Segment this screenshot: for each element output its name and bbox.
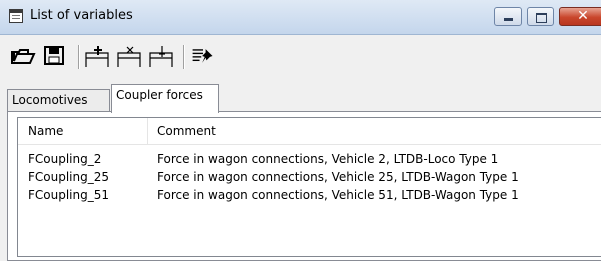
toolbar-separator (183, 45, 185, 69)
add-variable-icon[interactable] (84, 43, 110, 69)
toolbar (0, 35, 601, 85)
title-bar[interactable]: List of variables ✕ (0, 0, 601, 35)
tab-coupler-forces[interactable]: Coupler forces (111, 84, 219, 113)
pin-list-icon[interactable] (190, 43, 216, 69)
column-divider[interactable] (147, 118, 148, 144)
variable-name: FCoupling_2 (28, 152, 102, 166)
tab-locomotives[interactable]: Locomotives (7, 89, 110, 111)
column-header-comment[interactable]: Comment (157, 124, 216, 138)
variables-list[interactable]: Name Comment FCoupling_2 Force in wagon … (17, 117, 601, 257)
variable-name: FCoupling_51 (28, 188, 110, 202)
window-list-icon (9, 9, 23, 23)
maximize-button[interactable] (527, 7, 554, 26)
insert-variable-icon[interactable] (148, 43, 174, 69)
list-header: Name Comment (18, 118, 601, 145)
delete-variable-icon[interactable] (116, 43, 142, 69)
variable-comment: Force in wagon connections, Vehicle 25, … (157, 170, 519, 184)
window-title: List of variables (30, 8, 133, 23)
variable-comment: Force in wagon connections, Vehicle 51, … (157, 188, 519, 202)
folder-open-icon[interactable] (10, 43, 36, 69)
variable-name: FCoupling_25 (28, 170, 110, 184)
table-row[interactable]: FCoupling_25 Force in wagon connections,… (18, 169, 601, 187)
minimize-button[interactable] (494, 7, 522, 26)
table-row[interactable]: FCoupling_51 Force in wagon connections,… (18, 187, 601, 205)
toolbar-separator (78, 45, 80, 69)
variable-comment: Force in wagon connections, Vehicle 2, L… (157, 152, 499, 166)
close-button[interactable]: ✕ (559, 7, 601, 26)
save-icon[interactable] (42, 43, 68, 69)
table-row[interactable]: FCoupling_2 Force in wagon connections, … (18, 151, 601, 169)
column-header-name[interactable]: Name (28, 124, 63, 138)
